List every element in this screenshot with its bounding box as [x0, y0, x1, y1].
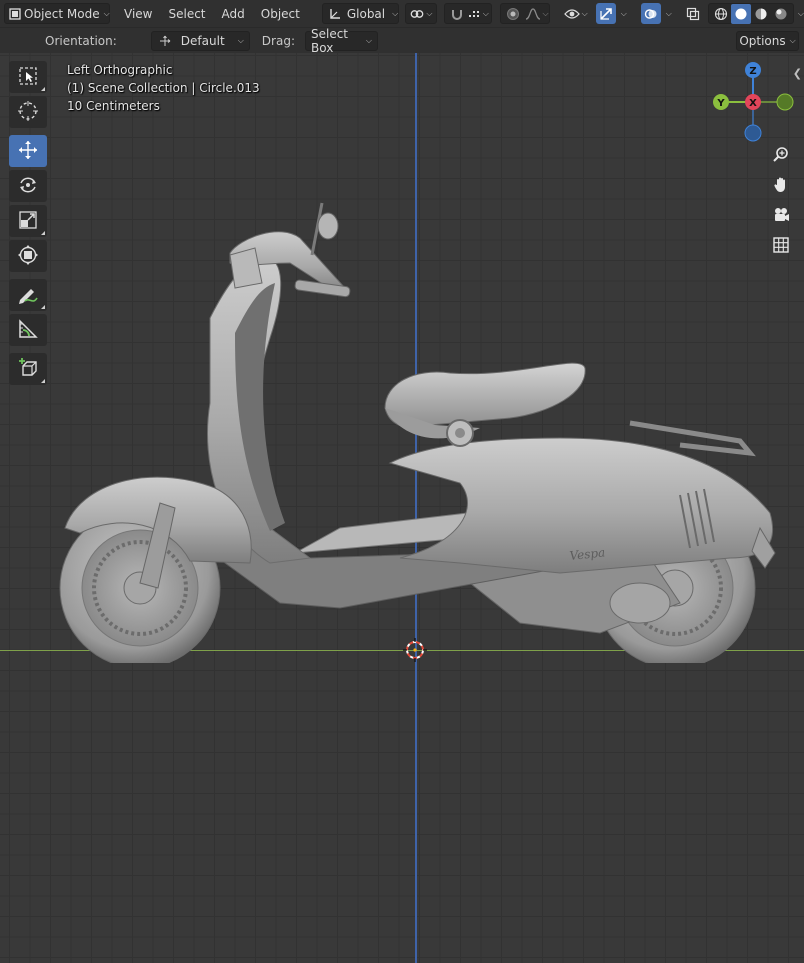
snap-controls[interactable]: ⌵	[443, 3, 492, 24]
annotate-pencil-icon	[17, 283, 39, 308]
grid-ortho-icon	[772, 236, 790, 257]
move-tool[interactable]	[9, 135, 47, 167]
scale-tool[interactable]	[9, 205, 47, 237]
select-box-tool[interactable]	[9, 61, 47, 93]
falloff-curve-icon[interactable]	[523, 4, 543, 24]
chevron-down-icon: ⌵	[237, 35, 244, 45]
gizmo-z-label: Z	[749, 66, 756, 77]
perspective-toggle-button[interactable]	[768, 233, 794, 259]
rotate-tool[interactable]	[9, 170, 47, 202]
pivot-link-icon	[409, 4, 425, 24]
gizmo-options-chevron-icon[interactable]: ⌵	[621, 9, 627, 19]
hand-pan-icon	[772, 176, 790, 197]
gizmo-neg-y-handle[interactable]	[776, 93, 794, 111]
collection-info: (1) Scene Collection | Circle.013	[67, 81, 260, 95]
viewport-info-overlay: Left Orthographic (1) Scene Collection |…	[67, 61, 260, 115]
orientation-label: Global	[346, 6, 386, 21]
overlays-toggle[interactable]	[640, 3, 661, 24]
cursor-tool-icon	[17, 100, 39, 125]
xray-toggle-icon[interactable]	[684, 4, 703, 24]
chevron-down-icon: ⌵	[392, 8, 399, 18]
navigation-gizmo[interactable]: Z Y X	[705, 61, 801, 147]
options-label: Options	[739, 33, 786, 48]
3d-viewport[interactable]: Vespa Left Orthographic (1) Scene Collec…	[0, 53, 804, 963]
tool-settings-bar: Orientation: Default ⌵ Drag: Select Box …	[0, 27, 804, 55]
zoom-magnifier-icon	[772, 146, 790, 167]
add-cube-tool[interactable]	[9, 353, 47, 385]
drag-dropdown[interactable]: Select Box ⌵	[304, 27, 378, 55]
measure-ruler-icon	[17, 318, 39, 343]
proportional-editing[interactable]: ⌵	[499, 3, 550, 24]
pivot-point-dropdown[interactable]: ⌵	[405, 3, 437, 24]
object-mode-icon	[9, 4, 21, 24]
solid-shading-icon[interactable]	[730, 3, 751, 24]
rotate-icon	[17, 174, 39, 199]
transform-orientation-dropdown[interactable]: Global ⌵	[321, 3, 400, 24]
mode-label: Object Mode	[24, 6, 100, 21]
overlays-options-chevron-icon[interactable]: ⌵	[666, 9, 672, 19]
gizmo-arrow-icon	[596, 4, 616, 24]
menu-view[interactable]: View	[116, 3, 160, 24]
chevron-down-icon: ⌵	[789, 35, 796, 45]
move-arrows-icon	[17, 139, 39, 164]
mode-selector[interactable]: Object Mode ⌵	[4, 3, 110, 24]
orientation-value: Default	[180, 33, 225, 48]
gizmo-toggle[interactable]	[595, 3, 616, 24]
orientation-label: Orientation:	[45, 33, 117, 48]
wireframe-shading-icon[interactable]	[711, 4, 731, 24]
snap-magnet-icon[interactable]	[447, 4, 467, 24]
3d-cursor-icon[interactable]	[403, 638, 427, 662]
material-preview-icon[interactable]	[751, 4, 771, 24]
zoom-button[interactable]	[768, 143, 794, 169]
chevron-down-icon: ⌵	[581, 8, 588, 18]
scooter-model[interactable]: Vespa	[40, 163, 780, 663]
scale-icon	[18, 210, 38, 233]
rendered-shading-icon[interactable]	[771, 4, 791, 24]
measure-tool[interactable]	[9, 314, 47, 346]
overlay-circles-icon	[641, 4, 661, 24]
menu-object[interactable]: Object	[253, 3, 308, 24]
shading-options-chevron-icon[interactable]: ⌵	[798, 9, 804, 19]
gizmo-y-label: Y	[716, 98, 725, 109]
orientation-gizmo-icon	[157, 33, 173, 49]
chevron-down-icon: ⌵	[482, 8, 489, 18]
transform-tool[interactable]	[9, 240, 47, 272]
chevron-down-icon: ⌵	[103, 8, 110, 18]
sidebar-expand-icon[interactable]: ❮	[793, 67, 802, 80]
eye-icon	[562, 4, 582, 24]
add-cube-icon	[17, 357, 39, 382]
transform-icon	[17, 244, 39, 269]
visibility-dropdown[interactable]: ⌵	[562, 3, 588, 24]
grid-scale: 10 Centimeters	[67, 99, 160, 113]
options-dropdown[interactable]: Options ⌵	[736, 30, 799, 51]
menu-select[interactable]: Select	[160, 3, 213, 24]
cursor-tool[interactable]	[9, 96, 47, 128]
orientation-dropdown[interactable]: Default ⌵	[150, 30, 250, 51]
view-name: Left Orthographic	[67, 63, 173, 77]
drag-label: Drag:	[261, 33, 295, 48]
select-box-icon	[18, 66, 38, 89]
orientation-axes-icon	[325, 4, 345, 24]
drag-value: Select Box	[310, 26, 349, 55]
gizmo-x-label: X	[749, 98, 757, 109]
gizmo-neg-z-handle[interactable]	[744, 124, 762, 142]
shading-modes[interactable]	[707, 3, 794, 24]
chevron-down-icon: ⌵	[542, 8, 549, 18]
pan-button[interactable]	[768, 173, 794, 199]
annotate-tool[interactable]	[9, 279, 47, 311]
camera-view-button[interactable]	[768, 203, 794, 229]
chevron-down-icon: ⌵	[426, 8, 433, 18]
camera-icon	[772, 206, 790, 227]
proportional-toggle-icon[interactable]	[503, 4, 523, 24]
viewport-header: Object Mode ⌵ View Select Add Object Glo…	[0, 0, 804, 27]
menu-add[interactable]: Add	[214, 3, 253, 24]
chevron-down-icon: ⌵	[365, 35, 372, 45]
tool-shelf	[9, 61, 49, 388]
snap-increment-icon[interactable]	[467, 4, 483, 24]
